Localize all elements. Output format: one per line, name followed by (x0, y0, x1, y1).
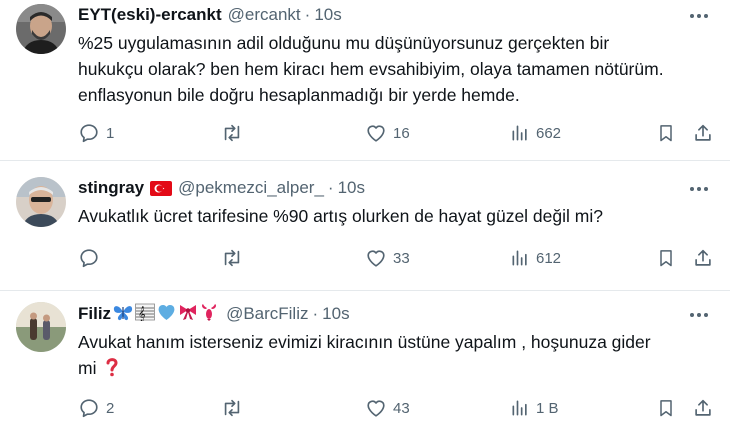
share-button[interactable] (692, 119, 714, 147)
turkey-flag-icon (150, 180, 173, 196)
like-button[interactable]: 33 (365, 244, 410, 272)
separator-dot: · (312, 304, 319, 323)
reply-button[interactable]: 2 (78, 394, 114, 422)
like-icon (367, 400, 385, 417)
views-button[interactable]: 1 B (510, 394, 559, 422)
name-emojis: 𝄞 (113, 303, 220, 326)
more-button[interactable] (686, 305, 712, 325)
ribbon-icon (178, 303, 198, 326)
separator-dot: · (327, 178, 334, 197)
reply-button[interactable] (78, 244, 106, 272)
timestamp[interactable]: 10s (314, 5, 341, 25)
retweet-button[interactable] (220, 394, 250, 422)
display-name[interactable]: EYT(eski)-ercankt (78, 5, 222, 25)
views-icon (512, 400, 527, 416)
retweet-icon (224, 124, 240, 142)
avatar[interactable] (16, 302, 66, 352)
tweet[interactable]: stingray @pekmezci_alper_ · 10s Avukatlı… (0, 160, 730, 290)
tweet[interactable]: EYT(eski)-ercankt @ercankt · 10s %25 uyg… (0, 0, 730, 160)
music-score-icon: 𝄞 (135, 303, 155, 326)
bookmark-button[interactable] (656, 119, 676, 147)
tweet-header: stingray @pekmezci_alper_ · 10s (78, 176, 365, 200)
user-handle[interactable]: @pekmezci_alper_ (178, 178, 324, 198)
share-button[interactable] (692, 244, 714, 272)
action-bar: 2 43 1 B (78, 394, 718, 422)
svg-text:𝄞: 𝄞 (138, 307, 146, 321)
bookmark-button[interactable] (656, 244, 676, 272)
reply-icon (80, 124, 98, 143)
share-icon (695, 124, 711, 141)
bookmark-button[interactable] (656, 394, 676, 422)
user-handle[interactable]: @BarcFiliz (226, 304, 308, 324)
timestamp[interactable]: 10s (338, 178, 365, 198)
more-icon (690, 187, 708, 191)
tweet-text-line: Avukat hanım isterseniz evimizi kiracını… (78, 332, 651, 352)
action-bar: 33 612 (78, 244, 718, 272)
tweet-text-line: %25 uygulamasının adil olduğunu mu düşün… (78, 33, 610, 53)
reply-button[interactable]: 1 (78, 119, 114, 147)
avatar[interactable] (16, 4, 66, 54)
retweet-icon (224, 249, 240, 267)
tweet-text: Avukat hanım isterseniz evimizi kiracını… (78, 329, 718, 381)
like-count: 33 (393, 249, 410, 267)
bookmark-icon (660, 250, 672, 267)
display-name[interactable]: Filiz (78, 304, 111, 324)
tweet-text-line: hukukçu olarak? ben hem kiracı hem evsah… (78, 59, 664, 79)
tweet[interactable]: Filiz 𝄞 @BarcFiliz · 10s Avukat hanım is… (0, 290, 730, 420)
views-button[interactable]: 612 (510, 244, 561, 272)
butterfly-icon (113, 303, 133, 326)
red-question-mark-icon (106, 358, 118, 377)
tweet-text-line: mi (78, 358, 97, 378)
reply-count: 1 (106, 124, 115, 142)
views-count: 612 (536, 249, 562, 267)
tweet-header: Filiz 𝄞 @BarcFiliz · 10s (78, 302, 350, 326)
action-bar: 1 16 662 (78, 119, 718, 147)
avatar[interactable] (16, 177, 66, 227)
views-icon (512, 250, 527, 266)
more-icon (690, 14, 708, 18)
tweet-feed: EYT(eski)-ercankt @ercankt · 10s %25 uyg… (0, 0, 730, 420)
lobster-icon (200, 303, 218, 326)
views-count: 1 B (536, 399, 559, 417)
retweet-button[interactable] (220, 119, 250, 147)
tweet-text-line: Avukatlık ücret tarifesine %90 artış olu… (78, 206, 603, 226)
views-icon (512, 125, 527, 141)
tweet-header: EYT(eski)-ercankt @ercankt · 10s (78, 3, 342, 27)
like-icon (367, 250, 385, 267)
tweet-text: %25 uygulamasının adil olduğunu mu düşün… (78, 30, 718, 108)
like-count: 16 (393, 124, 410, 142)
share-icon (695, 249, 711, 266)
timestamp[interactable]: 10s (322, 304, 349, 324)
tweet-text-line: enflasyonun bile doğru hesaplanmadığı bi… (78, 85, 520, 105)
reply-icon (80, 249, 98, 268)
blue-heart-icon (157, 303, 176, 326)
display-name[interactable]: stingray (78, 178, 144, 198)
more-button[interactable] (686, 179, 712, 199)
like-count: 43 (393, 399, 410, 417)
more-icon (690, 313, 708, 317)
like-button[interactable]: 16 (365, 119, 410, 147)
separator-dot: · (304, 5, 311, 24)
views-button[interactable]: 662 (510, 119, 561, 147)
reply-icon (80, 399, 98, 418)
tweet-text-line-wrap: mi (78, 355, 718, 381)
bookmark-icon (660, 400, 672, 417)
tweet-text: Avukatlık ücret tarifesine %90 artış olu… (78, 203, 718, 229)
share-button[interactable] (692, 394, 714, 422)
retweet-icon (224, 399, 240, 417)
like-button[interactable]: 43 (365, 394, 410, 422)
reply-count: 2 (106, 399, 115, 417)
retweet-button[interactable] (220, 244, 250, 272)
bookmark-icon (660, 125, 672, 142)
like-icon (367, 125, 385, 142)
user-handle[interactable]: @ercankt (228, 5, 301, 25)
views-count: 662 (536, 124, 562, 142)
more-button[interactable] (686, 6, 712, 26)
share-icon (695, 399, 711, 416)
